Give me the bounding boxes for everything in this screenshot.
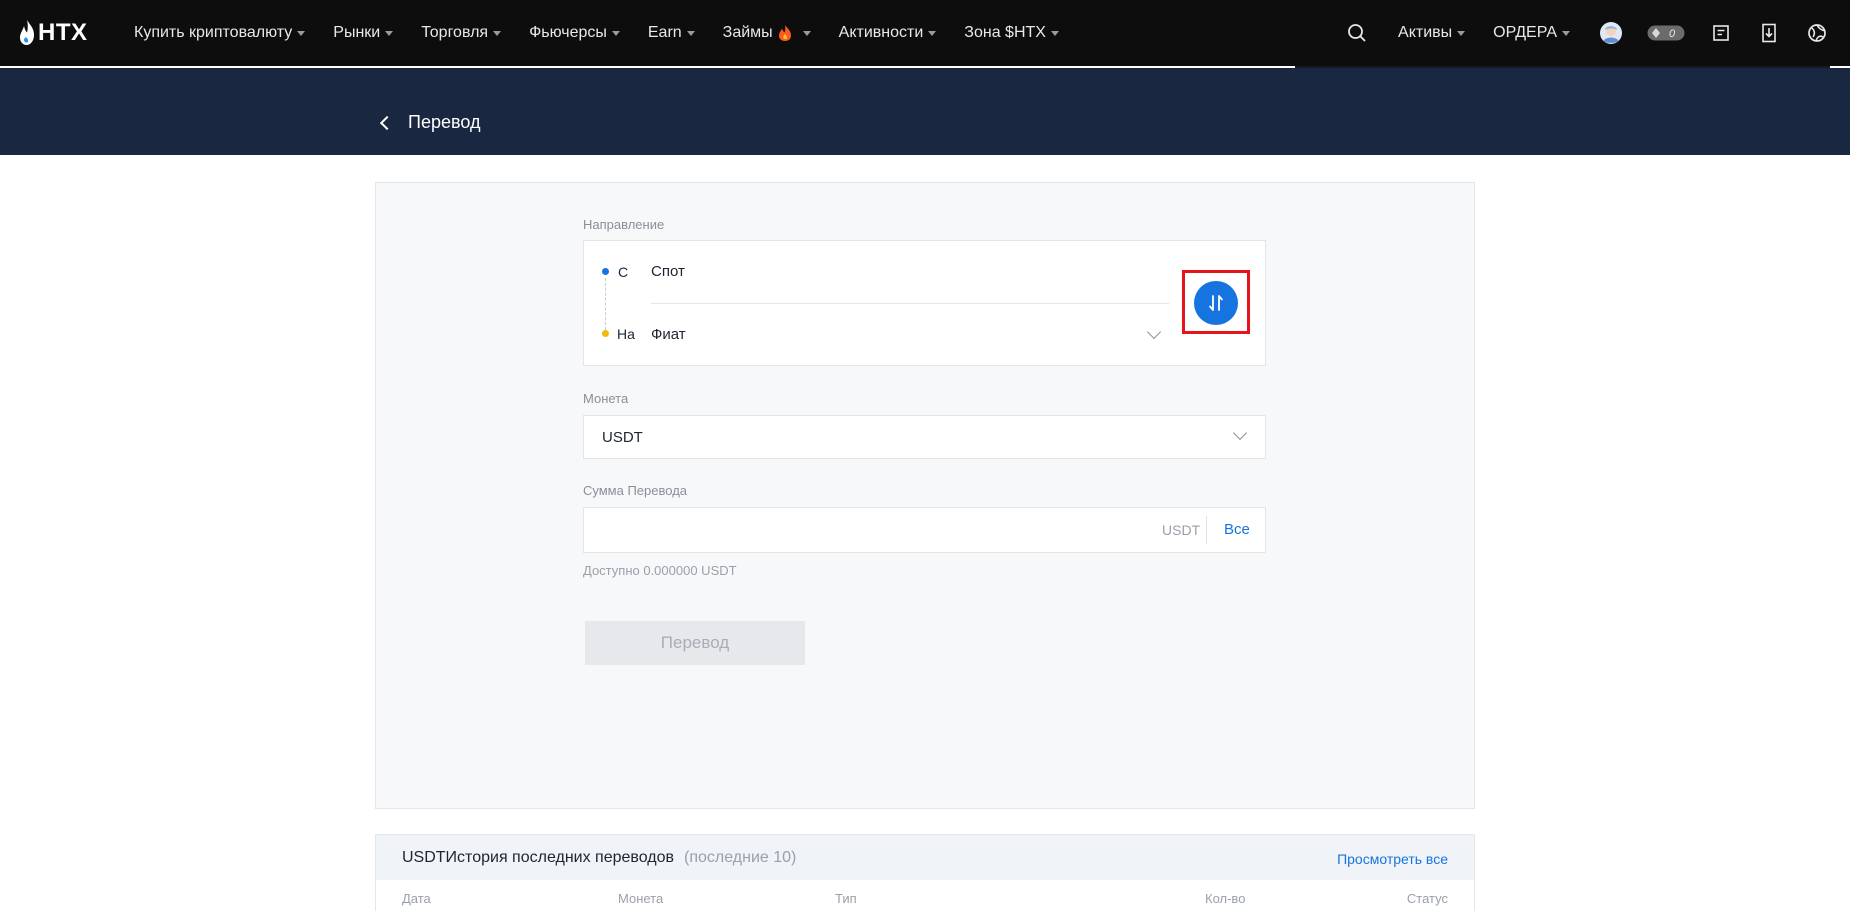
caret-down-icon — [611, 30, 620, 36]
nav-right-group: Активы ОРДЕРА 0 — [1344, 0, 1850, 66]
swap-direction-button[interactable] — [1194, 281, 1238, 325]
caret-down-icon — [385, 30, 394, 36]
to-dot-icon — [602, 330, 609, 337]
nav-earn-label: Earn — [647, 24, 682, 41]
history-header: USDTИстория последних переводов (последни… — [376, 835, 1474, 880]
page-banner — [0, 68, 1850, 155]
column-coin: Монета — [618, 891, 664, 906]
transfer-history: USDTИстория последних переводов (последни… — [375, 834, 1475, 911]
caret-down-icon — [686, 30, 695, 36]
direction-divider — [651, 303, 1169, 304]
vip-level: 0 — [1669, 28, 1676, 40]
nav-activities-label: Активности — [838, 24, 924, 41]
coin-select[interactable] — [583, 415, 1266, 459]
amount-divider — [1206, 516, 1207, 544]
caret-down-icon — [297, 30, 306, 36]
coin-value: USDT — [602, 429, 643, 446]
orders-icon[interactable] — [1708, 20, 1734, 46]
amount-unit: USDT — [1162, 522, 1201, 538]
view-all-link[interactable]: Просмотреть все — [1337, 851, 1448, 867]
nav-markets[interactable]: Рынки — [333, 24, 394, 42]
nav-trade-label: Торговля — [421, 24, 489, 41]
logo-text: HTX — [38, 19, 88, 46]
caret-down-icon — [802, 30, 811, 36]
from-label: С — [618, 264, 629, 280]
transfer-submit-button[interactable]: Перевод — [585, 621, 805, 665]
nav-earn[interactable]: Earn — [648, 24, 695, 42]
globe-icon[interactable] — [1804, 20, 1830, 46]
nav-futures-label: Фьючерсы — [529, 24, 607, 41]
to-account-value: Фиат — [651, 326, 686, 343]
assets-label: Активы — [1398, 24, 1453, 41]
direction-connector — [605, 278, 606, 330]
history-title: USDTИстория последних переводов (последни… — [402, 849, 796, 867]
nav-loans[interactable]: Займы — [723, 24, 811, 42]
caret-down-icon — [928, 30, 937, 36]
back-button[interactable]: Перевод — [378, 112, 480, 133]
orders-menu[interactable]: ОРДЕРА — [1493, 24, 1570, 42]
chevron-left-icon — [379, 115, 395, 130]
htx-logo[interactable]: HTX — [18, 14, 88, 52]
assets-menu[interactable]: Активы — [1398, 24, 1466, 42]
page-title: Перевод — [408, 112, 481, 132]
column-date: Дата — [402, 891, 431, 906]
download-icon[interactable] — [1756, 20, 1782, 46]
caret-down-icon — [493, 30, 502, 36]
swap-arrows-icon — [1209, 295, 1223, 311]
nav-loans-label: Займы — [722, 24, 773, 41]
avatar-icon — [1600, 22, 1622, 44]
caret-down-icon — [1562, 30, 1570, 36]
top-navbar: HTX Купить криптовалюту Рынки Торговля Ф… — [0, 0, 1850, 66]
nav-futures[interactable]: Фьючерсы — [529, 24, 620, 42]
search-icon[interactable] — [1344, 20, 1370, 46]
from-dot-icon — [602, 268, 609, 275]
vip-badge-icon: 0 — [1647, 25, 1685, 41]
from-account-select[interactable]: Спот — [651, 263, 685, 280]
to-label: На — [617, 326, 635, 342]
main-menu: Купить криптовалюту Рынки Торговля Фьюче… — [134, 0, 1087, 66]
max-all-button[interactable]: Все — [1224, 521, 1250, 538]
column-status: Статус — [1406, 891, 1448, 906]
caret-down-icon — [1050, 30, 1059, 36]
nav-markets-label: Рынки — [333, 24, 381, 41]
amount-label: Сумма Перевода — [583, 483, 688, 498]
nav-activities[interactable]: Активности — [839, 24, 937, 42]
fire-icon — [778, 25, 791, 41]
coin-label: Монета — [583, 391, 629, 406]
history-subtitle: (последние 10) — [684, 849, 797, 866]
caret-down-icon — [1457, 30, 1466, 36]
direction-label: Направление — [583, 217, 665, 232]
nav-htx-zone[interactable]: Зона $HTX — [964, 24, 1059, 42]
vip-badge[interactable]: 0 — [1646, 20, 1686, 46]
to-account-select[interactable]: Фиат — [651, 326, 1166, 348]
orders-label: ОРДЕРА — [1493, 24, 1557, 41]
nav-buy-crypto-label: Купить криптовалюту — [134, 24, 293, 41]
nav-htx-zone-label: Зона $HTX — [964, 24, 1046, 41]
flame-logo-icon — [20, 20, 34, 45]
history-title-text: USDTИстория последних переводов — [402, 849, 675, 866]
nav-trade[interactable]: Торговля — [421, 24, 502, 42]
column-amount: Кол-во — [1205, 891, 1246, 906]
available-balance: Доступно 0.000000 USDT — [583, 563, 737, 578]
nav-buy-crypto[interactable]: Купить криптовалюту — [134, 24, 306, 42]
avatar[interactable] — [1598, 20, 1624, 46]
column-type: Тип — [835, 891, 857, 906]
